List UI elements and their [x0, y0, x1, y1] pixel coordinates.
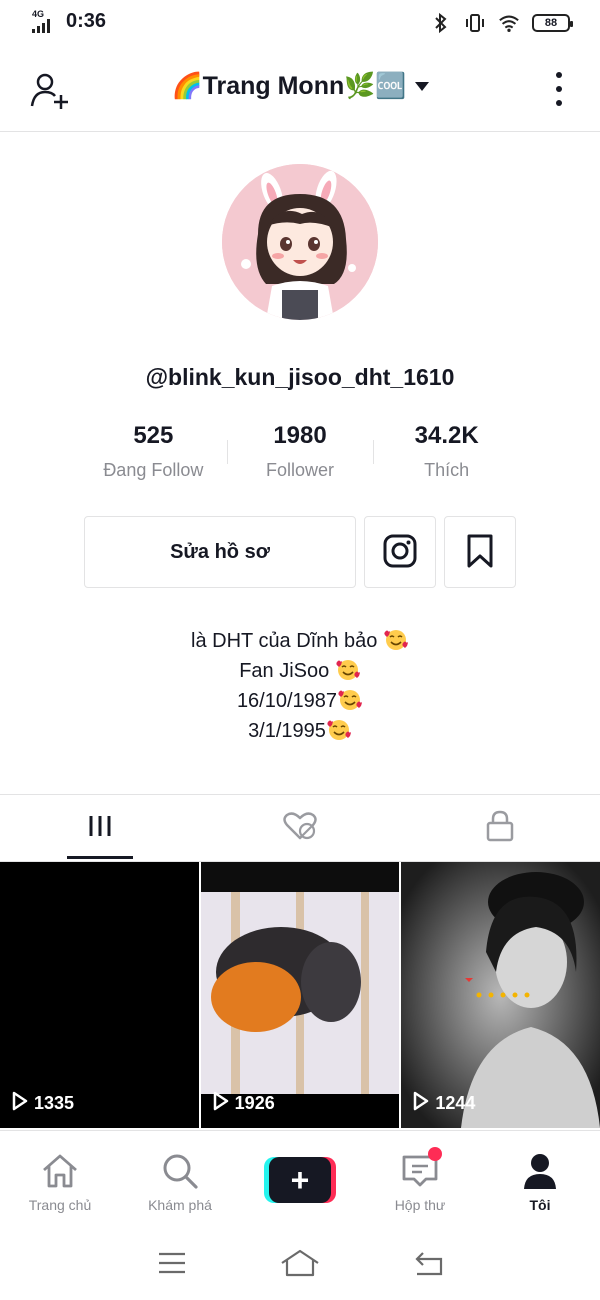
stat-followers[interactable]: 1980 Follower — [226, 420, 374, 490]
bio-line: 16/10/1987 — [0, 686, 600, 716]
likes-label: Thích — [424, 460, 470, 480]
nav-inbox-label: Hộp thư — [394, 1197, 446, 1213]
page-title: 🌈Trang Monn🌿🆒 — [171, 72, 407, 100]
home-button-icon[interactable] — [280, 1249, 320, 1282]
video-thumbnail[interactable]: 1244 — [401, 862, 600, 1128]
clock: 0:36 — [66, 10, 107, 32]
nav-home-label: Trang chủ — [28, 1197, 92, 1213]
smiling-hearts-emoji-icon — [337, 687, 363, 710]
network-type: 4G — [32, 8, 45, 19]
nav-me-label: Tôi — [529, 1197, 551, 1213]
search-icon — [160, 1151, 200, 1191]
play-icon — [413, 1091, 429, 1116]
likes-count: 34.2K — [414, 422, 479, 449]
hidden-heart-icon — [283, 811, 317, 846]
inbox-icon — [400, 1147, 442, 1191]
smiling-hearts-emoji-icon — [383, 627, 409, 650]
back-icon[interactable] — [413, 1250, 443, 1281]
system-nav-bar — [0, 1230, 600, 1300]
nav-discover-label: Khám phá — [148, 1197, 212, 1213]
favorites-button[interactable] — [444, 516, 516, 588]
bio-line: 3/1/1995 — [0, 716, 600, 746]
video-thumbnail[interactable]: 1926 — [200, 862, 400, 1128]
menu-icon[interactable] — [157, 1251, 187, 1280]
tab-liked[interactable] — [200, 795, 400, 861]
view-count: 1926 — [213, 1091, 275, 1116]
smiling-hearts-emoji-icon — [335, 657, 361, 680]
more-options-icon[interactable] — [554, 72, 564, 106]
bookmark-icon — [466, 534, 494, 571]
nav-discover[interactable]: Khám phá — [120, 1131, 240, 1230]
status-right: 88 — [430, 12, 573, 34]
smiling-hearts-emoji-icon — [326, 717, 352, 740]
home-icon — [40, 1151, 80, 1191]
profile-bio: là DHT của Dĩnh bảo Fan JiSoo 16/10/1987… — [0, 626, 600, 746]
following-count: 525 — [133, 422, 174, 449]
bottom-nav: Trang chủ Khám phá + Hộp thư Tôi — [0, 1130, 600, 1230]
create-button[interactable]: + — [264, 1157, 336, 1203]
play-icon — [213, 1091, 229, 1116]
signal-icon — [32, 18, 50, 33]
content-tabs — [0, 794, 600, 862]
thumbnail-image — [401, 862, 600, 1128]
nav-home[interactable]: Trang chủ — [0, 1131, 120, 1230]
bio-line: Fan JiSoo — [0, 656, 600, 686]
nav-me[interactable]: Tôi — [480, 1131, 600, 1230]
bluetooth-icon — [430, 12, 452, 34]
following-label: Đang Follow — [103, 460, 204, 480]
profile-actions: Sửa hồ sơ — [84, 516, 516, 588]
video-grid: 1335 1926 1244 — [0, 862, 600, 1128]
instagram-icon — [383, 534, 417, 571]
thumbnail-image — [200, 862, 400, 1128]
wifi-icon — [498, 12, 520, 34]
account-switcher[interactable]: 🌈Trang Monn🌿🆒 — [0, 72, 600, 101]
vibrate-icon — [464, 12, 486, 34]
followers-label: Follower — [265, 460, 335, 480]
bio-line: là DHT của Dĩnh bảo — [0, 626, 600, 656]
lock-icon — [486, 810, 514, 847]
nav-create[interactable]: + — [240, 1131, 360, 1230]
view-count: 1335 — [12, 1091, 74, 1116]
notification-dot — [428, 1147, 442, 1161]
username: @blink_kun_jisoo_dht_1610 — [145, 364, 455, 390]
avatar[interactable] — [222, 164, 378, 320]
profile-stats: 525 Đang Follow 1980 Follower 34.2K Thíc… — [80, 420, 520, 490]
edit-profile-button[interactable]: Sửa hồ sơ — [84, 516, 356, 588]
tab-videos[interactable] — [0, 795, 200, 861]
status-left: 4G 0:36 — [32, 8, 107, 33]
battery-indicator: 88 — [532, 14, 573, 32]
tab-private[interactable] — [400, 795, 600, 861]
play-icon — [12, 1091, 28, 1116]
profile-icon — [520, 1151, 560, 1191]
view-count: 1244 — [413, 1091, 475, 1116]
video-thumbnail[interactable]: 1335 — [0, 862, 199, 1128]
profile-header: 🌈Trang Monn🌿🆒 — [0, 50, 600, 132]
status-bar: 4G 0:36 88 — [0, 0, 600, 48]
plus-icon: + — [269, 1157, 331, 1203]
nav-inbox[interactable]: Hộp thư — [360, 1131, 480, 1230]
grid-icon — [87, 813, 113, 844]
stat-following[interactable]: 525 Đang Follow — [80, 420, 227, 490]
stat-likes[interactable]: 34.2K Thích — [373, 420, 520, 490]
instagram-button[interactable] — [364, 516, 436, 588]
chevron-down-icon — [414, 82, 429, 91]
followers-count: 1980 — [273, 422, 327, 449]
